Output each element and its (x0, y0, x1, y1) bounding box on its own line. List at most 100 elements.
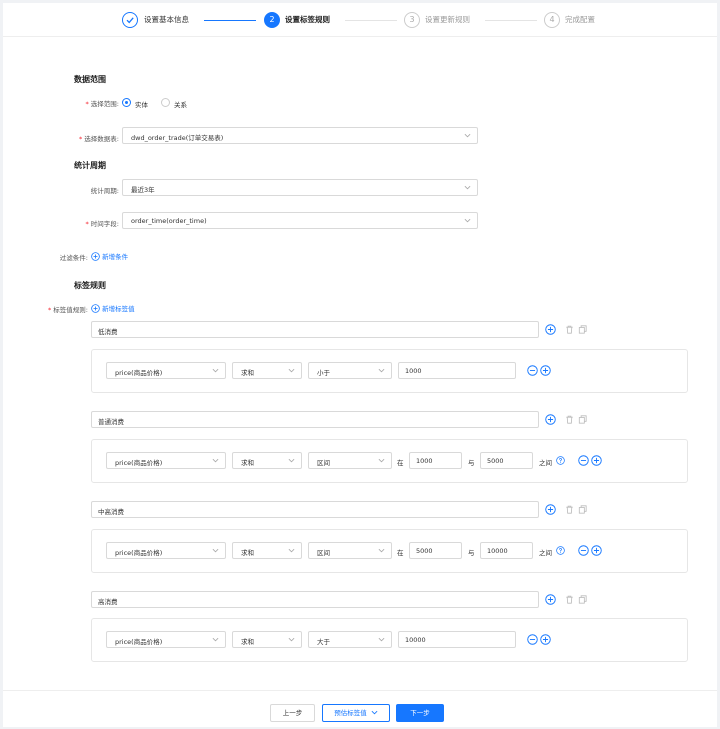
chevron-down-icon (378, 458, 385, 463)
copy-icon[interactable] (577, 414, 588, 425)
step-1-check-icon (122, 12, 138, 28)
field-select[interactable]: price(商品价格) (106, 362, 226, 379)
step-connector (485, 20, 537, 21)
chevron-down-icon (371, 710, 378, 715)
aggregation-select[interactable]: 求和 (232, 542, 302, 559)
tag-rule-label: * 标签值规则: (48, 306, 88, 314)
step-2-number: 2 (264, 12, 280, 28)
main-card: 设置基本信息 2 设置标签规则 3 设置更新规则 4 完成配置 数据范围 * 选择… (3, 3, 717, 727)
section-title-data-range: 数据范围 (74, 75, 106, 84)
chevron-down-icon (288, 368, 295, 373)
range-between-text: 之间 (539, 549, 552, 557)
section-title-stat-period: 统计周期 (74, 161, 106, 170)
delete-icon[interactable] (564, 504, 575, 515)
plus-circle-icon (91, 252, 100, 261)
step-connector (345, 20, 397, 21)
operator-select[interactable]: 小于 (308, 362, 392, 379)
scope-radio-entity[interactable] (122, 98, 131, 107)
scope-label: * 选择范围: (85, 100, 119, 108)
add-icon[interactable] (545, 594, 556, 605)
plus-circle-icon[interactable] (540, 634, 551, 645)
plus-circle-icon[interactable] (591, 455, 602, 466)
range-min-input[interactable]: 5000 (409, 542, 462, 559)
range-max-input[interactable]: 10000 (480, 542, 533, 559)
delete-icon[interactable] (564, 414, 575, 425)
help-icon[interactable] (556, 546, 565, 555)
step-4-label: 完成配置 (565, 15, 595, 24)
plus-circle-icon[interactable] (540, 365, 551, 376)
tag-value-name-input[interactable]: 高消费 (91, 591, 539, 608)
table-select[interactable]: dwd_order_trade(订单交易表) (122, 127, 478, 144)
copy-icon[interactable] (577, 324, 588, 335)
range-in-text: 在 (397, 549, 404, 557)
estimate-button[interactable]: 预估标签值 (322, 704, 390, 722)
chevron-down-icon (288, 637, 295, 642)
step-1-label: 设置基本信息 (144, 15, 189, 24)
range-in-text: 在 (397, 459, 404, 467)
help-icon[interactable] (556, 456, 565, 465)
step-3-number: 3 (404, 12, 420, 28)
operator-select[interactable]: 大于 (308, 631, 392, 648)
minus-circle-icon[interactable] (527, 634, 538, 645)
delete-icon[interactable] (564, 594, 575, 605)
copy-icon[interactable] (577, 504, 588, 515)
period-select-value: 最近3年 (131, 186, 155, 194)
tag-value-name-input[interactable]: 普通消费 (91, 411, 539, 428)
add-icon[interactable] (545, 504, 556, 515)
footer-bar: 上一步 预估标签值 下一步 (3, 690, 717, 727)
tag-value-name-input[interactable]: 中高消费 (91, 501, 539, 518)
minus-circle-icon[interactable] (578, 545, 589, 556)
prev-button[interactable]: 上一步 (270, 704, 315, 722)
steps-bar: 设置基本信息 2 设置标签规则 3 设置更新规则 4 完成配置 (3, 3, 717, 37)
aggregation-select[interactable]: 求和 (232, 362, 302, 379)
period-label: 统计周期: (90, 187, 119, 195)
chevron-down-icon (212, 458, 219, 463)
add-icon[interactable] (545, 414, 556, 425)
range-between-text: 之间 (539, 459, 552, 467)
aggregation-select[interactable]: 求和 (232, 631, 302, 648)
add-tag-value-link[interactable]: 新增标签值 (91, 303, 135, 313)
add-icon[interactable] (545, 324, 556, 335)
minus-circle-icon[interactable] (527, 365, 538, 376)
chevron-down-icon (212, 368, 219, 373)
range-min-input[interactable]: 1000 (409, 452, 462, 469)
field-select[interactable]: price(商品价格) (106, 631, 226, 648)
range-max-input[interactable]: 5000 (480, 452, 533, 469)
table-label: * 选择数据表: (79, 135, 119, 143)
operator-select[interactable]: 区间 (308, 542, 392, 559)
delete-icon[interactable] (564, 324, 575, 335)
value-input[interactable]: 10000 (398, 631, 516, 648)
step-connector (204, 20, 256, 21)
scope-option-entity: 实体 (135, 101, 148, 109)
chevron-down-icon (378, 368, 385, 373)
minus-circle-icon[interactable] (578, 455, 589, 466)
operator-select[interactable]: 区间 (308, 452, 392, 469)
step-4-number: 4 (544, 12, 560, 28)
field-select[interactable]: price(商品价格) (106, 452, 226, 469)
scope-option-relation: 关系 (174, 101, 187, 109)
period-select[interactable]: 最近3年 (122, 179, 478, 196)
section-title-tag-rules: 标签规则 (74, 281, 106, 290)
add-condition-link[interactable]: 新增条件 (91, 251, 128, 261)
table-select-value: dwd_order_trade(订单交易表) (131, 134, 224, 142)
time-field-label: * 时间字段: (85, 220, 119, 228)
chevron-down-icon (464, 185, 471, 190)
aggregation-select[interactable]: 求和 (232, 452, 302, 469)
step-2-label: 设置标签规则 (285, 15, 330, 24)
chevron-down-icon (464, 133, 471, 138)
value-input[interactable]: 1000 (398, 362, 516, 379)
scope-radio-relation[interactable] (161, 98, 170, 107)
range-and-text: 与 (468, 459, 475, 467)
field-select[interactable]: price(商品价格) (106, 542, 226, 559)
step-3-label: 设置更新规则 (425, 15, 470, 24)
time-field-select-value: order_time(order_time) (131, 217, 207, 225)
next-button[interactable]: 下一步 (396, 704, 444, 722)
plus-circle-icon (91, 304, 100, 313)
chevron-down-icon (464, 218, 471, 223)
chevron-down-icon (288, 548, 295, 553)
plus-circle-icon[interactable] (591, 545, 602, 556)
tag-value-name-input[interactable]: 低消费 (91, 321, 539, 338)
range-and-text: 与 (468, 549, 475, 557)
time-field-select[interactable]: order_time(order_time) (122, 212, 478, 229)
copy-icon[interactable] (577, 594, 588, 605)
